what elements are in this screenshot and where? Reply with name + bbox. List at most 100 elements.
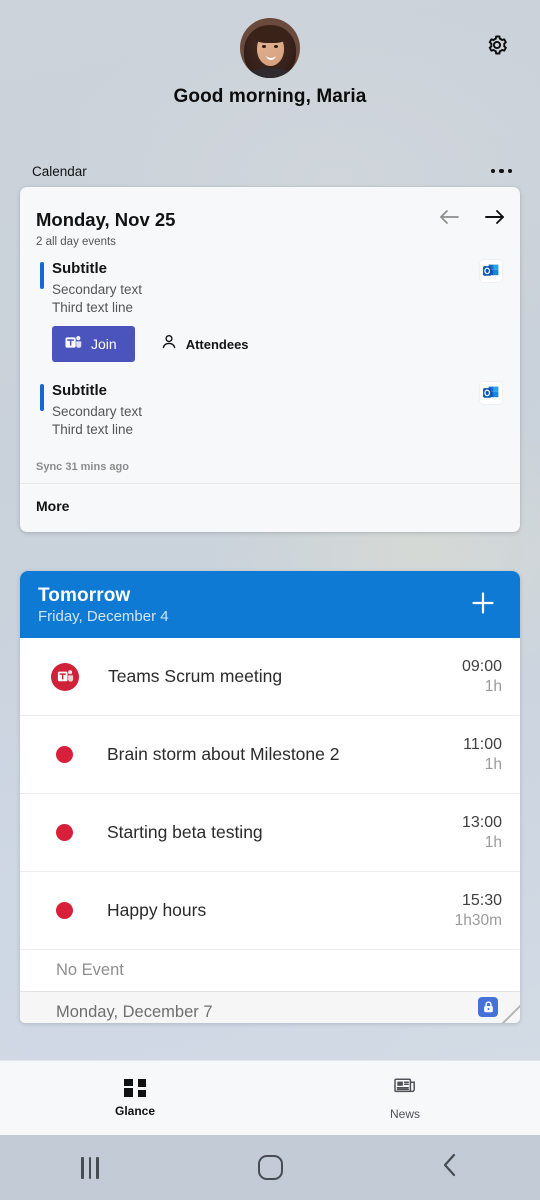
tomorrow-event-name: Brain storm about Milestone 2 (107, 744, 340, 764)
outlook-icon (480, 382, 502, 404)
event-third-text: Third text line (52, 422, 134, 437)
plus-icon (468, 588, 498, 623)
tomorrow-event-row[interactable]: Happy hours 15:30 1h30m (20, 872, 520, 950)
arrow-left-icon[interactable] (438, 207, 460, 227)
event-third-text: Third text line (52, 300, 134, 315)
outlook-icon (480, 260, 502, 282)
event-title: Subtitle (52, 382, 107, 399)
calendar-event-row[interactable]: Subtitle Secondary text Third text line (20, 248, 520, 368)
calendar-widget-label: Calendar (32, 163, 87, 179)
glance-icon-block-d (138, 1089, 146, 1097)
calendar-event-row[interactable]: Subtitle Secondary text Third text line (20, 368, 520, 443)
tomorrow-header-text: Tomorrow Friday, December 4 (38, 585, 169, 625)
dot-icon (56, 824, 73, 841)
glance-icon-block-c (124, 1087, 133, 1097)
event-title: Subtitle (52, 260, 107, 277)
add-event-button[interactable] (464, 586, 502, 624)
teams-icon (65, 335, 82, 353)
event-accent-bar (40, 262, 44, 289)
calendar-date-title: Monday, Nov 25 (36, 209, 176, 230)
more-button-label: More (36, 498, 70, 514)
more-horizontal-icon-dot2 (499, 168, 504, 174)
more-horizontal-icon-dot1 (490, 168, 495, 174)
no-event-label: No Event (56, 961, 124, 979)
glance-icon-block-b (138, 1078, 146, 1087)
tab-glance-label: Glance (114, 1103, 156, 1118)
back-button[interactable] (360, 1152, 540, 1183)
avatar[interactable] (240, 18, 300, 78)
lock-icon[interactable] (478, 997, 498, 1017)
more-button[interactable]: More (20, 483, 520, 530)
tomorrow-event-time: 09:00 (461, 657, 502, 675)
recents-button[interactable] (0, 1156, 180, 1179)
recents-icon-bar3 (96, 1156, 99, 1179)
tomorrow-event-name: Teams Scrum meeting (108, 666, 283, 686)
news-icon (394, 1076, 416, 1100)
dot-icon (56, 746, 73, 763)
arrow-right-icon[interactable] (484, 207, 506, 227)
avatar-shoulders (246, 68, 294, 78)
sync-status: Sync 31 mins ago (36, 461, 129, 473)
calendar-nav (438, 207, 506, 227)
tomorrow-widget-card[interactable]: Tomorrow Friday, December 4 Teams Scrum … (20, 571, 520, 1023)
tomorrow-event-time: 15:30 (461, 891, 502, 909)
home-icon (257, 1155, 283, 1180)
tomorrow-event-duration: 1h (484, 755, 502, 773)
event-actions: Join Attendees (52, 326, 504, 362)
tomorrow-event-duration: 1h (484, 833, 502, 851)
tomorrow-event-name: Starting beta testing (107, 822, 263, 842)
tab-glance[interactable]: Glance (0, 1061, 270, 1135)
android-nav-bar (0, 1135, 540, 1200)
event-accent-bar (40, 384, 44, 411)
gear-icon (485, 33, 509, 62)
tomorrow-event-row[interactable]: Teams Scrum meeting 09:00 1h (20, 638, 520, 716)
tab-news[interactable]: News (270, 1061, 540, 1135)
calendar-allday-summary: 2 all day events (36, 236, 116, 248)
app-header: Good morning, Maria (0, 0, 540, 140)
teams-icon (51, 662, 79, 691)
tomorrow-event-time: 11:00 (463, 735, 502, 753)
recents-icon-bar2 (88, 1156, 92, 1179)
back-icon (440, 1152, 460, 1183)
join-button-label: Join (91, 336, 117, 352)
tomorrow-event-time-block: 13:00 1h (462, 814, 502, 852)
glance-icon (124, 1078, 146, 1097)
event-secondary-text: Secondary text (52, 404, 143, 419)
tomorrow-event-time: 13:00 (461, 813, 502, 831)
recents-icon-bar1 (81, 1156, 84, 1179)
tomorrow-event-duration: 1h30m (454, 911, 502, 929)
avatar-eye-left (262, 45, 266, 48)
tomorrow-event-time-block: 09:00 1h (462, 658, 502, 696)
tomorrow-subtitle: Friday, December 4 (38, 608, 169, 625)
tomorrow-event-time-block: 11:00 1h (463, 736, 502, 774)
join-button[interactable]: Join (52, 326, 135, 362)
tomorrow-event-row[interactable]: Brain storm about Milestone 2 11:00 1h (20, 716, 520, 794)
person-icon (161, 334, 177, 355)
glance-icon-block-a (124, 1078, 133, 1086)
calendar-card-header: Monday, Nov 25 2 all day events (20, 187, 520, 248)
greeting-text: Good morning, Maria (173, 86, 367, 107)
tomorrow-event-name: Happy hours (107, 900, 207, 920)
recents-icon (81, 1156, 99, 1179)
tomorrow-event-row[interactable]: Starting beta testing 13:00 1h (20, 794, 520, 872)
avatar-fringe (253, 26, 288, 43)
tab-news-label: News (389, 1106, 420, 1121)
avatar-eye-right (274, 45, 278, 48)
bottom-tab-bar: Glance News (0, 1060, 540, 1135)
next-day-header: Monday, December 7 (20, 992, 520, 1023)
next-day-label: Monday, December 7 (56, 1002, 213, 1021)
tomorrow-title: Tomorrow (38, 585, 131, 606)
more-horizontal-icon-dot3 (507, 168, 512, 174)
tomorrow-widget-header: Tomorrow Friday, December 4 (20, 571, 520, 638)
no-event-row: No Event (20, 950, 520, 992)
calendar-widget-label-row: Calendar (0, 160, 540, 182)
home-button[interactable] (180, 1155, 360, 1180)
event-secondary-text: Secondary text (52, 282, 143, 297)
dot-icon (56, 902, 73, 919)
calendar-overflow-button[interactable] (485, 163, 519, 180)
settings-button[interactable] (480, 30, 514, 64)
attendees-button[interactable]: Attendees (161, 334, 249, 355)
tomorrow-event-time-block: 15:30 1h30m (455, 892, 502, 930)
calendar-widget-card[interactable]: Monday, Nov 25 2 all day events Subtitle… (20, 187, 520, 532)
tomorrow-event-duration: 1h (484, 677, 502, 695)
